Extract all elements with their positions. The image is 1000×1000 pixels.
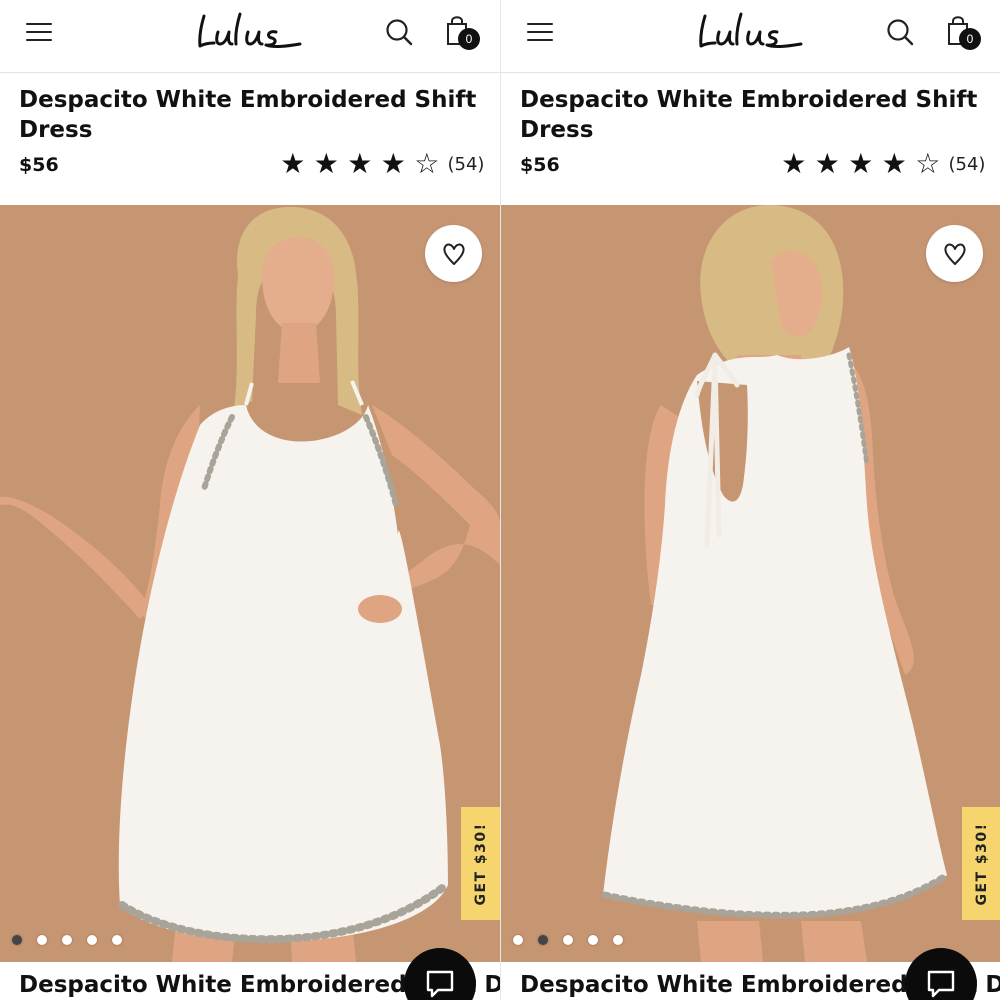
product-title[interactable]: Despacito White Embroidered Shift Dress [19,85,479,145]
cart-count-badge: 0 [458,28,480,50]
promo-tab-label: GET $30! [973,821,990,906]
search-icon[interactable] [384,17,414,47]
promo-tab[interactable]: GET $30! [962,807,1000,920]
star-filled-icon: ★ [814,147,840,180]
star-filled-icon: ★ [347,147,373,180]
site-header: 0 [0,0,500,73]
star-filled-icon: ★ [881,147,907,180]
carousel-dot[interactable] [112,935,122,945]
split-screen: 0 Despacito White Embroidered Shift Dres… [0,0,1000,1000]
lulus-logo[interactable] [697,10,807,54]
image-carousel-dots [513,935,638,945]
carousel-dot[interactable] [513,935,523,945]
product-title[interactable]: Despacito White Embroidered Shift Dress [520,85,980,145]
carousel-dot[interactable] [62,935,72,945]
product-screen-back: 0 Despacito White Embroidered Shift Dres… [500,0,1000,1000]
product-image-back[interactable] [501,205,1000,962]
carousel-dot[interactable] [538,935,548,945]
star-rating[interactable]: ★ ★ ★ ★ ☆ (54) [777,148,985,180]
star-filled-icon: ★ [380,147,406,180]
promo-tab[interactable]: GET $30! [461,807,500,920]
product-price: $56 [520,154,560,176]
star-filled-icon: ★ [313,147,339,180]
review-count[interactable]: (54) [448,154,485,175]
product-image-front[interactable] [0,205,500,962]
wishlist-heart-icon[interactable] [425,225,482,282]
carousel-dot[interactable] [37,935,47,945]
carousel-dot[interactable] [588,935,598,945]
carousel-dot[interactable] [613,935,623,945]
lulus-logo[interactable] [196,10,306,54]
star-empty-icon: ☆ [915,147,941,180]
star-filled-icon: ★ [280,147,306,180]
review-count[interactable]: (54) [949,154,986,175]
star-filled-icon: ★ [848,147,874,180]
hamburger-menu-icon[interactable] [24,20,54,44]
cart-count-badge: 0 [959,28,981,50]
star-empty-icon: ☆ [414,147,440,180]
search-icon[interactable] [885,17,915,47]
product-price: $56 [19,154,59,176]
wishlist-heart-icon[interactable] [926,225,983,282]
product-screen-front: 0 Despacito White Embroidered Shift Dres… [0,0,500,1000]
promo-tab-label: GET $30! [472,821,489,906]
carousel-dot[interactable] [12,935,22,945]
star-filled-icon: ★ [781,147,807,180]
site-header: 0 [501,0,1000,73]
hamburger-menu-icon[interactable] [525,20,555,44]
carousel-dot[interactable] [563,935,573,945]
star-rating[interactable]: ★ ★ ★ ★ ☆ (54) [276,148,484,180]
carousel-dot[interactable] [87,935,97,945]
image-carousel-dots [12,935,137,945]
